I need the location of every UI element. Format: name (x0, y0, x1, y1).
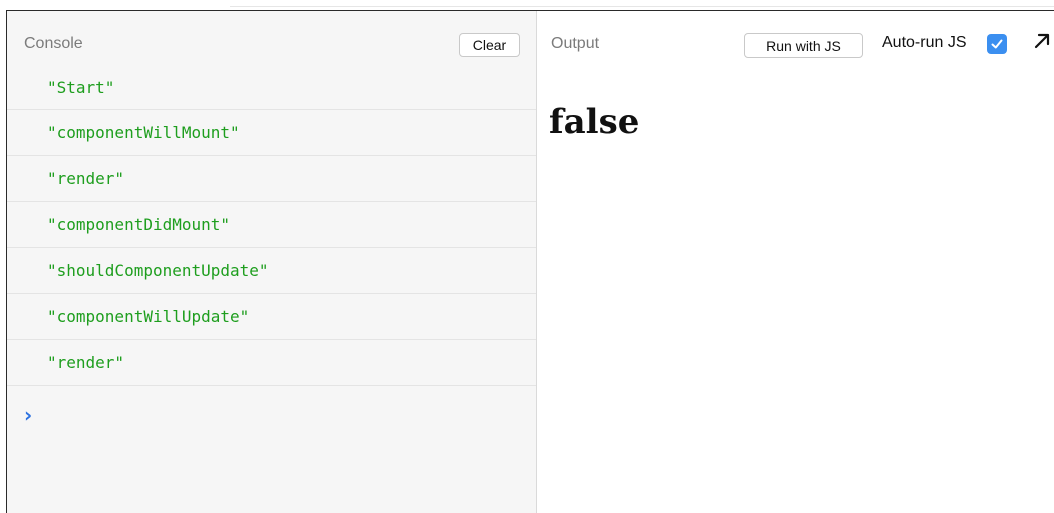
console-log-entry: "render" (7, 340, 536, 386)
console-panel: Console Clear "Start" "componentWillMoun… (7, 11, 537, 513)
output-panel: Output Run with JS Auto-run JS false (537, 11, 1054, 513)
console-log-entry: "componentDidMount" (7, 202, 536, 248)
run-with-js-button[interactable]: Run with JS (744, 33, 863, 58)
console-prompt-icon[interactable]: › (24, 403, 32, 427)
console-log-entry: "Start" (7, 65, 536, 110)
console-log-entry: "componentWillUpdate" (7, 294, 536, 340)
console-log-list: "Start" "componentWillMount" "render" "c… (7, 65, 536, 386)
output-result: false (549, 102, 640, 142)
window-top-edge (230, 0, 1054, 7)
console-log-entry: "render" (7, 156, 536, 202)
auto-run-label[interactable]: Auto-run JS (882, 34, 966, 52)
clear-button[interactable]: Clear (459, 33, 520, 57)
check-icon (991, 39, 1003, 49)
console-log-entry: "componentWillMount" (7, 110, 536, 156)
auto-run-checkbox[interactable] (987, 34, 1007, 54)
output-title: Output (551, 35, 600, 52)
arrow-up-right-icon[interactable] (1032, 31, 1052, 51)
console-title: Console (24, 35, 83, 52)
editor-frame: Console Clear "Start" "componentWillMoun… (6, 10, 1054, 513)
console-header: Console Clear (7, 11, 536, 59)
console-log-entry: "shouldComponentUpdate" (7, 248, 536, 294)
